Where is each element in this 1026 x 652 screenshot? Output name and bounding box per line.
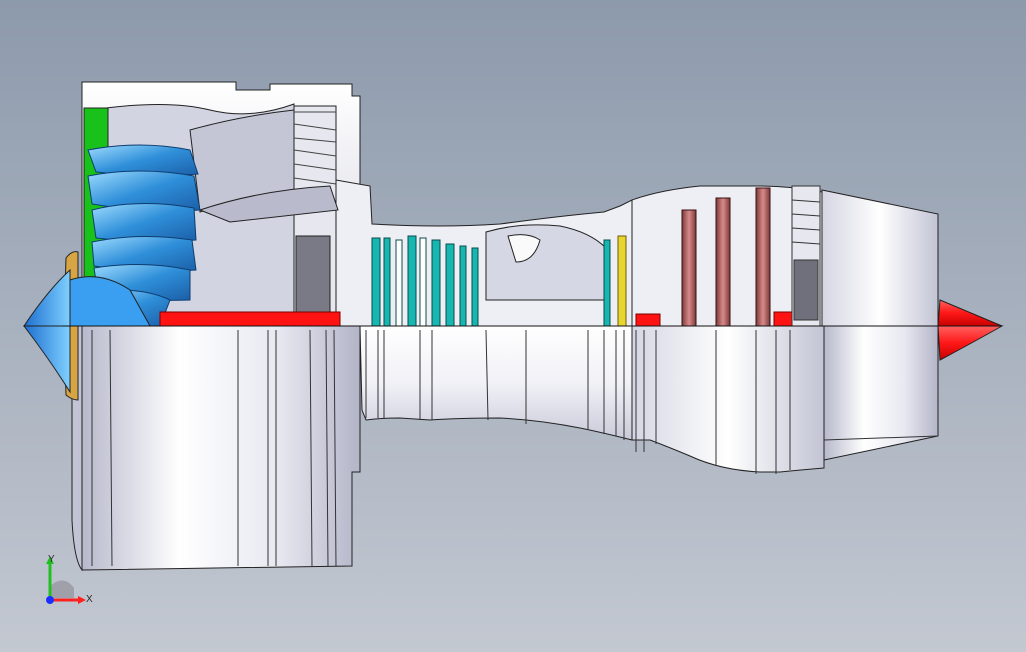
fan-ogv-stack xyxy=(293,105,337,327)
x-axis-arrow-icon xyxy=(78,596,86,604)
z-axis-dot-icon xyxy=(46,596,54,604)
y-axis-label: Y xyxy=(48,554,55,565)
exhaust-nozzle-upper[interactable] xyxy=(821,189,939,327)
engine-model-scene[interactable] xyxy=(0,0,1026,652)
lpt-exit-stack xyxy=(791,185,821,327)
x-axis-label: X xyxy=(86,594,93,605)
combustor-section[interactable] xyxy=(485,224,607,301)
graphics-viewport[interactable]: Y X xyxy=(0,0,1026,652)
coordinate-triad: Y X xyxy=(46,554,93,605)
fan-cowl-lower[interactable] xyxy=(81,325,361,571)
triad-backdrop xyxy=(50,580,74,598)
hpt-vane-yellow xyxy=(617,235,627,327)
